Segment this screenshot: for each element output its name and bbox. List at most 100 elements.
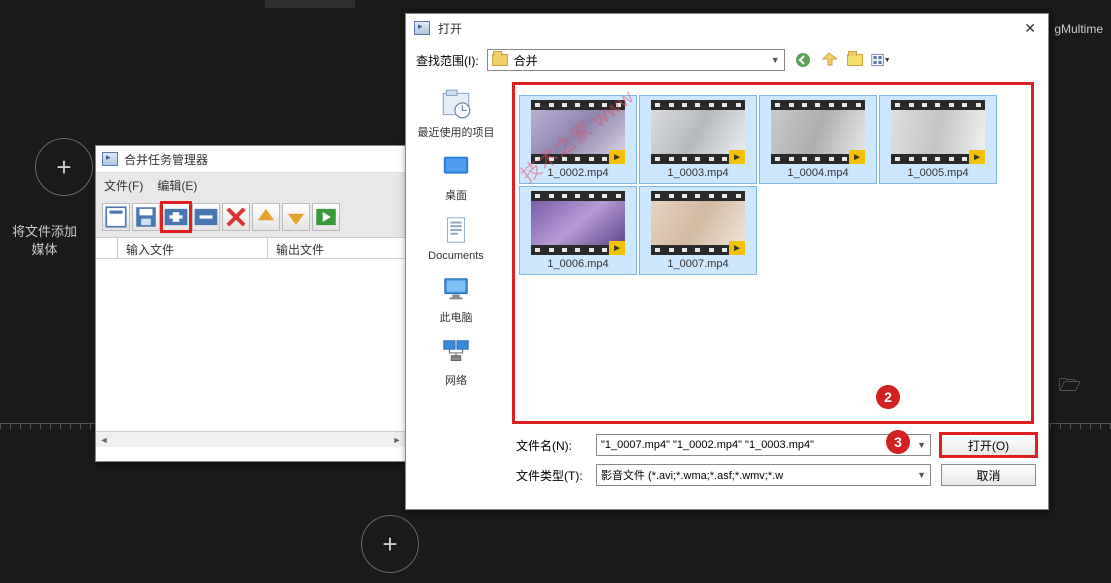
video-thumbnail: ▶ — [531, 191, 625, 255]
folder-icon — [492, 54, 508, 66]
file-label: 1_0003.mp4 — [667, 167, 728, 179]
scroll-left-icon[interactable]: ◄ — [96, 433, 112, 447]
player-badge-icon: ▶ — [969, 150, 985, 164]
video-thumbnail: ▶ — [771, 100, 865, 164]
chevron-down-icon: ▼ — [917, 440, 926, 450]
places-bar: 最近使用的项目 桌面 Documents 此电脑 网络 — [406, 78, 506, 428]
filetype-label: 文件类型(T): — [516, 467, 586, 484]
player-badge-icon: ▶ — [849, 150, 865, 164]
file-list-area[interactable]: ▶1_0002.mp4▶1_0003.mp4▶1_0004.mp4▶1_0005… — [506, 78, 1048, 428]
app-icon — [414, 21, 430, 35]
toolbar-new-button[interactable] — [102, 203, 130, 231]
file-item[interactable]: ▶1_0006.mp4 — [520, 187, 636, 274]
plus-icon: + — [56, 152, 71, 183]
filename-label: 文件名(N): — [516, 437, 586, 454]
merge-toolbar — [96, 197, 405, 237]
toolbar-movedown-button[interactable] — [282, 203, 310, 231]
annotation-badge-2: 2 — [876, 385, 900, 409]
file-label: 1_0004.mp4 — [787, 167, 848, 179]
merge-window-title: 合并任务管理器 — [124, 151, 208, 168]
place-desktop[interactable]: 桌面 — [406, 147, 506, 206]
filetype-combo[interactable]: 影音文件 (*.avi;*.wma;*.asf;*.wmv;*.w ▼ — [596, 464, 931, 486]
merge-menubar: 文件(F) 编辑(E) — [96, 173, 405, 197]
place-network[interactable]: 网络 — [406, 332, 506, 391]
app-icon — [102, 152, 118, 166]
toolbar-save-button[interactable] — [132, 203, 160, 231]
add-media-circle-button[interactable]: + — [35, 138, 93, 196]
file-item[interactable]: ▶1_0005.mp4 — [880, 96, 996, 183]
file-label: 1_0006.mp4 — [547, 258, 608, 270]
place-recent[interactable]: 最近使用的项目 — [406, 84, 506, 143]
place-documents-label: Documents — [428, 250, 484, 262]
video-thumbnail: ▶ — [651, 100, 745, 164]
filetype-value: 影音文件 (*.avi;*.wma;*.asf;*.wmv;*.w — [601, 467, 783, 483]
cancel-button[interactable]: 取消 — [941, 464, 1036, 486]
menu-edit[interactable]: 编辑(E) — [157, 177, 197, 194]
player-badge-icon: ▶ — [609, 241, 625, 255]
lookup-label: 查找范围(I): — [416, 52, 479, 69]
col-input[interactable]: 输入文件 — [118, 238, 268, 258]
toolbar-delete-button[interactable] — [222, 203, 250, 231]
network-icon — [437, 335, 475, 369]
open-dialog-titlebar[interactable]: 打开 ✕ — [406, 14, 1048, 42]
toolbar-remove-button[interactable] — [192, 203, 220, 231]
file-label: 1_0002.mp4 — [547, 167, 608, 179]
plus-icon: + — [382, 529, 397, 560]
open-button[interactable]: 打开(O) — [941, 434, 1036, 456]
bg-tab — [265, 0, 355, 8]
video-thumbnail: ▶ — [531, 100, 625, 164]
place-thispc[interactable]: 此电脑 — [406, 269, 506, 328]
merge-window-titlebar[interactable]: 合并任务管理器 — [96, 146, 405, 173]
video-thumbnail: ▶ — [651, 191, 745, 255]
add-media-label: 将文件添加 媒体 — [12, 223, 77, 259]
filename-value: "1_0007.mp4" "1_0002.mp4" "1_0003.mp4" — [601, 439, 814, 451]
menu-file[interactable]: 文件(F) — [104, 177, 143, 194]
open-dialog-title: 打开 — [438, 20, 462, 37]
place-thispc-label: 此电脑 — [440, 309, 473, 325]
nav-icons: ▼ — [793, 50, 891, 70]
filename-combo[interactable]: "1_0007.mp4" "1_0002.mp4" "1_0003.mp4" ▼ — [596, 434, 931, 456]
place-network-label: 网络 — [445, 372, 467, 388]
lookup-row: 查找范围(I): 合并 ▼ ▼ — [406, 42, 1048, 78]
desktop-icon — [437, 150, 475, 184]
nav-newfolder-icon[interactable] — [845, 50, 865, 70]
place-recent-label: 最近使用的项目 — [418, 124, 495, 140]
file-label: 1_0005.mp4 — [907, 167, 968, 179]
player-badge-icon: ▶ — [609, 150, 625, 164]
place-desktop-label: 桌面 — [445, 187, 467, 203]
col-index[interactable] — [96, 238, 118, 258]
add-circle-button-secondary[interactable]: + — [361, 515, 419, 573]
file-item[interactable]: ▶1_0002.mp4 — [520, 96, 636, 183]
file-item[interactable]: ▶1_0004.mp4 — [760, 96, 876, 183]
place-documents[interactable]: Documents — [406, 210, 506, 265]
scroll-right-icon[interactable]: ► — [389, 433, 405, 447]
col-output[interactable]: 输出文件 — [268, 238, 405, 258]
merge-list-body: ◄ ► — [96, 259, 405, 447]
lookup-combo[interactable]: 合并 ▼ — [487, 49, 785, 71]
toolbar-add-file-button[interactable] — [162, 203, 190, 231]
horizontal-scrollbar[interactable]: ◄ ► — [96, 431, 405, 447]
toolbar-moveup-button[interactable] — [252, 203, 280, 231]
video-thumbnail: ▶ — [891, 100, 985, 164]
open-dialog-main: 最近使用的项目 桌面 Documents 此电脑 网络 ▶1_0002.mp4▶… — [406, 78, 1048, 428]
recent-icon — [437, 87, 475, 121]
bg-partial-text: gMultime — [1054, 22, 1103, 36]
file-item[interactable]: ▶1_0003.mp4 — [640, 96, 756, 183]
nav-viewmode-icon[interactable]: ▼ — [871, 50, 891, 70]
close-button[interactable]: ✕ — [1020, 20, 1040, 37]
chevron-down-icon: ▼ — [917, 470, 926, 480]
nav-back-icon[interactable] — [793, 50, 813, 70]
toolbar-play-button[interactable] — [312, 203, 340, 231]
merge-columns-header: 输入文件 输出文件 — [96, 237, 405, 259]
annotation-badge-3: 3 — [886, 430, 910, 454]
open-dialog: 打开 ✕ 查找范围(I): 合并 ▼ ▼ 最近使用的项目 桌面 — [405, 13, 1049, 510]
file-item[interactable]: ▶ 1_0007.mp4 — [640, 187, 756, 274]
browse-folder-icon[interactable]: 🗁 — [1059, 373, 1081, 403]
merge-task-manager-window: 合并任务管理器 文件(F) 编辑(E) 1 输入文件 输出文件 ◄ ► — [95, 145, 406, 462]
open-dialog-bottom: 文件名(N): "1_0007.mp4" "1_0002.mp4" "1_000… — [406, 428, 1048, 492]
file-label: 1_0007.mp4 — [667, 258, 728, 270]
lookup-value: 合并 — [514, 52, 538, 69]
nav-up-icon[interactable] — [819, 50, 839, 70]
player-badge-icon: ▶ — [729, 150, 745, 164]
file-grid: ▶1_0002.mp4▶1_0003.mp4▶1_0004.mp4▶1_0005… — [510, 82, 1044, 288]
